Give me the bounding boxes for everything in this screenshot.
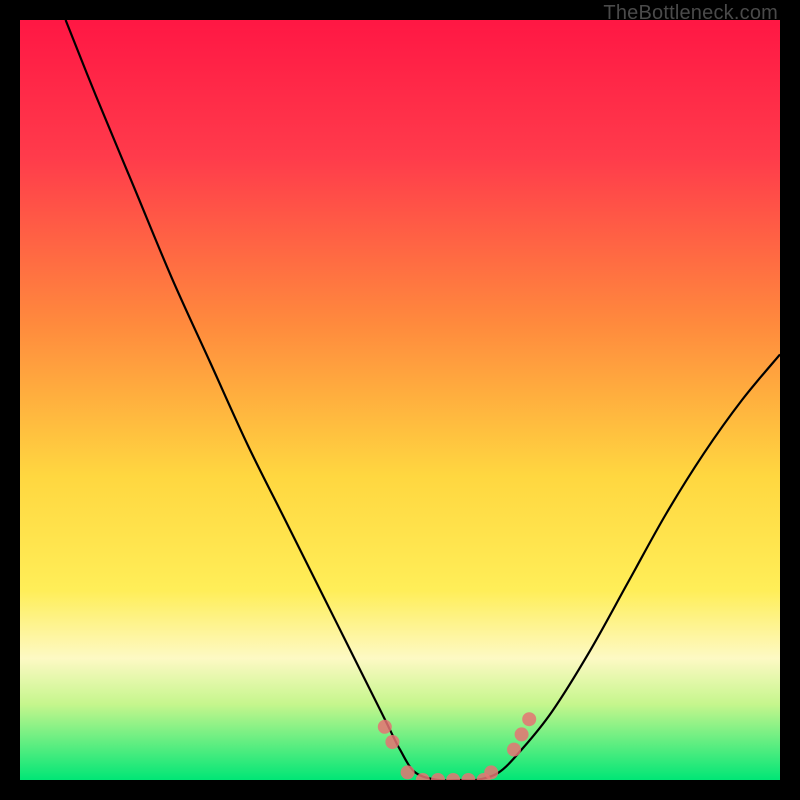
marker-point bbox=[431, 773, 445, 780]
bottleneck-curve bbox=[66, 20, 780, 780]
plot-area bbox=[20, 20, 780, 780]
marker-point bbox=[401, 765, 415, 779]
marker-point bbox=[507, 743, 521, 757]
marker-point bbox=[515, 727, 529, 741]
marker-point bbox=[446, 773, 460, 780]
marker-point bbox=[378, 720, 392, 734]
watermark-text: TheBottleneck.com bbox=[603, 2, 778, 25]
marker-point bbox=[461, 773, 475, 780]
chart-frame: TheBottleneck.com bbox=[0, 0, 800, 800]
marker-point bbox=[385, 735, 399, 749]
curve-layer bbox=[20, 20, 780, 780]
highlight-markers bbox=[378, 712, 536, 780]
marker-point bbox=[522, 712, 536, 726]
marker-point bbox=[484, 765, 498, 779]
